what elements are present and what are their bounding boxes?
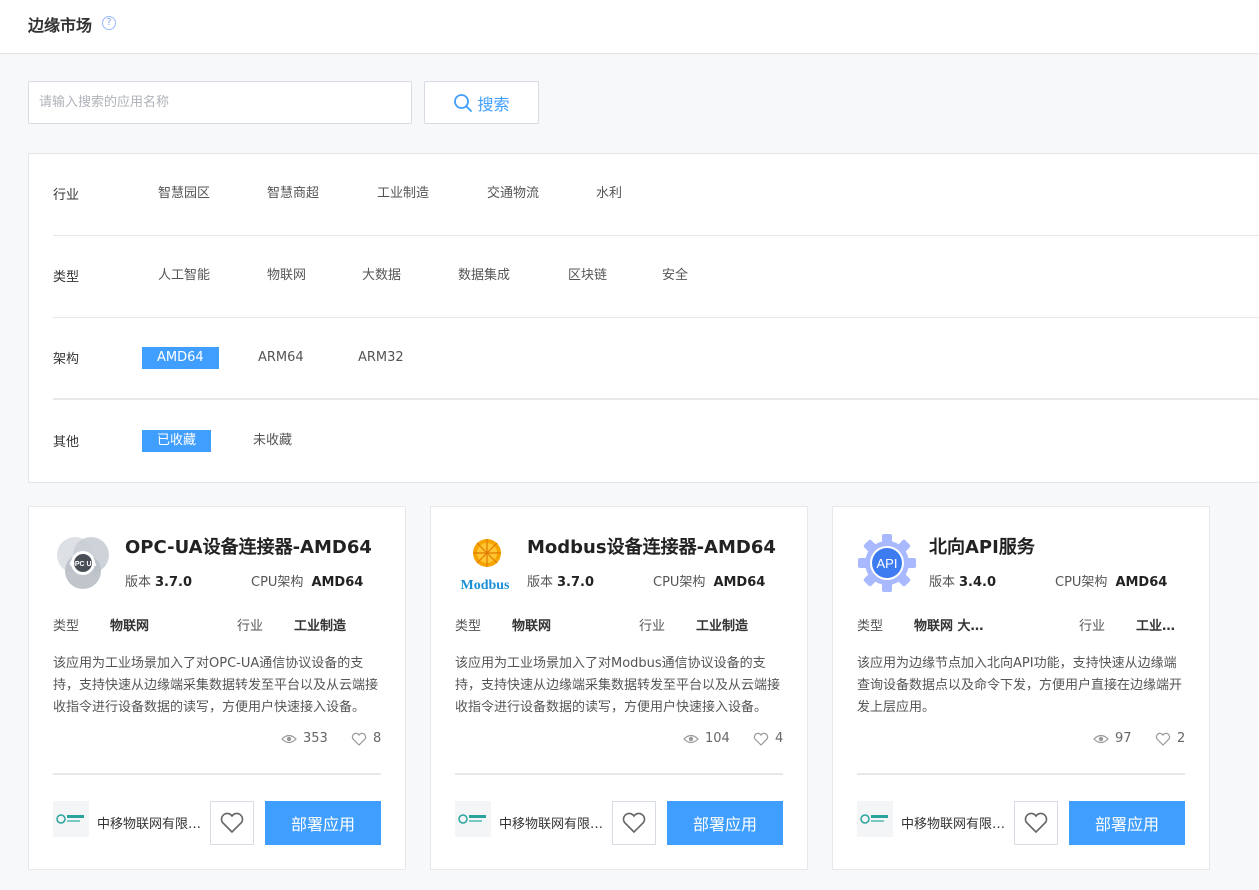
filter-row-other: 其他 已收藏 未收藏 [53,401,1259,483]
industry-label: 行业 [237,619,264,634]
page-title: 边缘市场 [28,16,93,35]
type-value: 物联网 大数据 [914,619,992,634]
card-divider [455,773,783,775]
industry-value: 工业制造 [696,619,749,634]
type-label: 类型 [857,619,884,634]
industry-value: 工业制造 [1136,619,1182,634]
filter-option-industry[interactable]: 智慧园区 [158,183,210,205]
industry-value: 工业制造 [294,619,347,634]
heart-icon [1024,812,1048,834]
version-meta: 版本 3.4.0 [929,575,997,590]
filter-option-arch[interactable]: ARM32 [358,347,404,369]
vendor-name: 中移物联网有限公司 [97,817,205,832]
api-gear-logo: API [857,533,917,593]
favorite-button[interactable] [612,801,656,845]
filter-option-type[interactable]: 安全 [662,265,688,287]
search-input[interactable] [28,81,412,124]
svg-text:OPC UA: OPC UA [69,561,96,568]
deploy-button[interactable]: 部署应用 [265,801,381,845]
search-icon [454,93,473,112]
heart-icon [1155,732,1171,746]
filter-row-industry: 行业 智慧园区 智慧商超 工业制造 交通物流 水利 [53,154,1259,236]
industry-label: 行业 [1079,619,1106,634]
type-label: 类型 [455,619,482,634]
modbus-logo: Modbus [455,533,515,593]
deploy-button[interactable]: 部署应用 [667,801,783,845]
cpu-meta: CPU架构 AMD64 [1055,575,1168,590]
heart-icon [622,812,646,834]
card-divider [857,773,1185,775]
eye-icon [281,734,297,743]
help-icon[interactable]: ? [102,16,116,30]
app-description: 该应用为工业场景加入了对Modbus通信协议设备的支持，支持快速从边缘端采集数据… [455,656,781,715]
filter-option-industry[interactable]: 工业制造 [377,183,429,205]
filter-option-other-selected[interactable]: 已收藏 [142,430,212,452]
filter-option-type[interactable]: 人工智能 [158,265,210,287]
filter-label-type: 类型 [53,270,80,285]
heart-icon [351,732,367,746]
heart-icon [220,812,244,834]
opc-ua-logo: OPC UA [53,533,113,593]
app-description: 该应用为边缘节点加入北向API功能，支持快速从边缘端查询设备数据点以及命令下发，… [857,656,1183,715]
filter-option-type[interactable]: 区块链 [568,265,607,287]
page-header: 边缘市场 ? [0,0,1259,54]
eye-icon [1093,734,1109,743]
filter-label-industry: 行业 [53,188,80,203]
filter-option-arch[interactable]: ARM64 [258,347,304,369]
main-content: 搜索 行业 智慧园区 智慧商超 工业制造 交通物流 水利 类型 人工智能 物联网… [0,55,1259,890]
app-card[interactable]: Modbus Modbus设备连接器-AMD64 版本 3.7.0 CPU架构 AM… [430,506,808,870]
filter-label-other: 其他 [53,435,80,450]
app-title[interactable]: Modbus设备连接器-AMD64 [527,533,776,559]
like-count: 8 [351,731,381,746]
filter-option-arch-selected[interactable]: AMD64 [142,347,219,369]
filter-option-type[interactable]: 大数据 [362,265,401,287]
favorite-button[interactable] [210,801,254,845]
cpu-meta: CPU架构 AMD64 [251,575,364,590]
filter-option-other[interactable]: 未收藏 [253,430,292,452]
vendor-logo [857,801,893,837]
app-description: 该应用为工业场景加入了对OPC-UA通信协议设备的支持，支持快速从边缘端采集数据… [53,656,379,715]
filter-option-type[interactable]: 数据集成 [458,265,510,287]
type-value: 物联网 [110,619,150,634]
search-button[interactable]: 搜索 [424,81,539,124]
filter-option-industry[interactable]: 交通物流 [487,183,539,205]
filter-row-type: 类型 人工智能 物联网 大数据 数据集成 区块链 安全 [53,236,1259,318]
filter-option-industry[interactable]: 智慧商超 [267,183,319,205]
svg-text:API: API [877,556,898,571]
industry-label: 行业 [639,619,666,634]
vendor-name: 中移物联网有限公司 [499,817,607,832]
type-label: 类型 [53,619,80,634]
type-value: 物联网 [512,619,552,634]
deploy-button[interactable]: 部署应用 [1069,801,1185,845]
filter-panel: 行业 智慧园区 智慧商超 工业制造 交通物流 水利 类型 人工智能 物联网 大数… [28,153,1259,483]
filter-option-industry[interactable]: 水利 [596,183,622,205]
favorite-button[interactable] [1014,801,1058,845]
like-count: 4 [753,731,783,746]
app-card[interactable]: API 北向API服务 版本 3.4.0 CPU架构 AMD64 类型 物联网 大数… [832,506,1210,870]
version-meta: 版本 3.7.0 [125,575,193,590]
heart-icon [753,732,769,746]
filter-label-arch: 架构 [53,352,80,367]
eye-icon [683,734,699,743]
app-card[interactable]: OPC UA OPC-UA设备连接器-AMD64 版本 3.7.0 CPU架构 AM… [28,506,406,870]
vendor-logo [455,801,491,837]
filter-option-type[interactable]: 物联网 [267,265,306,287]
filter-row-arch: 架构 AMD64 ARM64 ARM32 [53,318,1259,400]
view-count: 353 [281,731,328,746]
view-count: 97 [1093,731,1132,746]
card-divider [53,773,381,775]
version-meta: 版本 3.7.0 [527,575,595,590]
vendor-logo [53,801,89,837]
cpu-meta: CPU架构 AMD64 [653,575,766,590]
vendor-name: 中移物联网有限公司 [901,817,1009,832]
search-button-label: 搜索 [477,94,510,114]
view-count: 104 [683,731,730,746]
app-title[interactable]: OPC-UA设备连接器-AMD64 [125,533,372,559]
app-title[interactable]: 北向API服务 [929,533,1035,559]
like-count: 2 [1155,731,1185,746]
svg-text:Modbus: Modbus [460,578,510,593]
